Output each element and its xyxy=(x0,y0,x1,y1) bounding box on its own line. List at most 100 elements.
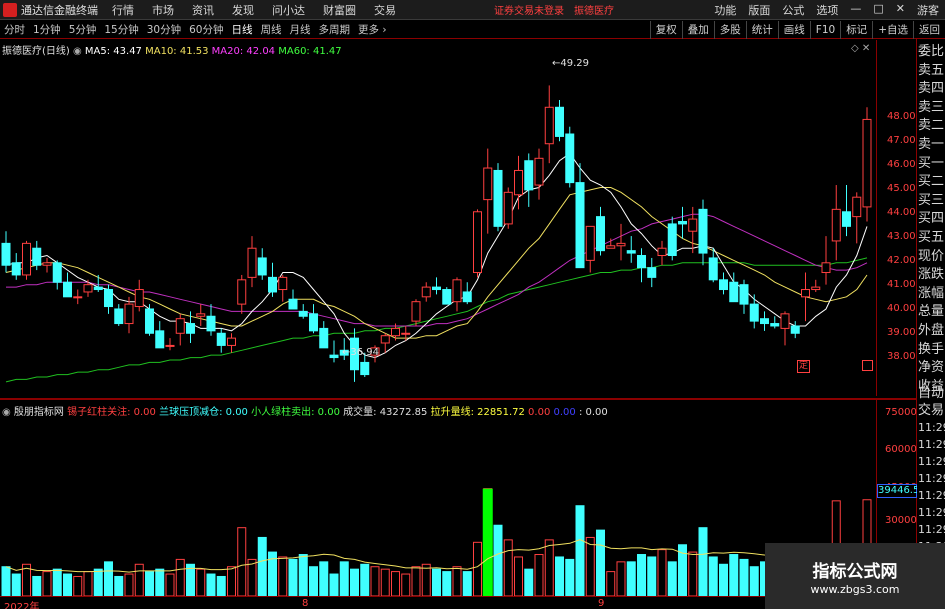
volume-bar[interactable] xyxy=(585,536,595,596)
candle-body[interactable] xyxy=(288,298,298,310)
candle-body[interactable] xyxy=(483,167,493,201)
period-1min[interactable]: 1分钟 xyxy=(33,22,61,37)
period-daily[interactable]: 日线 xyxy=(232,22,253,37)
volume-bar[interactable] xyxy=(83,571,93,596)
volume-bar[interactable] xyxy=(503,539,513,596)
candle-body[interactable] xyxy=(555,106,564,137)
trade-login-status[interactable]: 证券交易未登录 xyxy=(494,2,564,17)
volume-bar[interactable] xyxy=(411,566,421,596)
f10-button[interactable]: F10 xyxy=(809,20,840,39)
volume-bar[interactable] xyxy=(93,568,103,596)
candle-body[interactable] xyxy=(811,286,821,291)
menu-layout[interactable]: 版面 xyxy=(748,2,770,18)
volume-bar[interactable] xyxy=(247,558,257,596)
volume-bar[interactable] xyxy=(534,554,544,596)
volume-bar[interactable] xyxy=(442,571,452,596)
volume-bar[interactable] xyxy=(688,551,698,596)
settings-circle-icon[interactable]: ◉ xyxy=(2,407,14,418)
menu-options[interactable]: 选项 xyxy=(816,2,838,18)
volume-bar[interactable] xyxy=(73,575,83,596)
volume-bar[interactable] xyxy=(749,566,759,596)
volume-bar[interactable] xyxy=(647,556,657,596)
period-15min[interactable]: 15分钟 xyxy=(104,22,138,37)
candle-body[interactable] xyxy=(360,361,370,376)
volume-bar[interactable] xyxy=(380,568,390,596)
volume-bar[interactable] xyxy=(719,563,728,596)
diamond-icon[interactable]: ◇ xyxy=(851,43,859,54)
candle-body[interactable] xyxy=(83,284,93,293)
period-intraday[interactable]: 分时 xyxy=(4,22,25,37)
candle-body[interactable] xyxy=(175,318,185,334)
candle-body[interactable] xyxy=(298,310,308,317)
volume-bar[interactable] xyxy=(216,575,226,596)
volume-bar[interactable] xyxy=(350,568,359,596)
volume-bar[interactable] xyxy=(708,556,718,596)
back-button[interactable]: 返回 xyxy=(913,20,945,39)
candle-body[interactable] xyxy=(544,106,554,145)
candle-body[interactable] xyxy=(473,211,482,274)
maximize-icon[interactable]: □ xyxy=(873,2,883,18)
volume-bar[interactable] xyxy=(52,568,62,596)
candle-body[interactable] xyxy=(708,257,718,281)
close-panel-icon[interactable]: ✕ xyxy=(862,43,870,54)
candle-body[interactable] xyxy=(93,286,103,291)
volume-bar[interactable] xyxy=(473,541,482,596)
candle-body[interactable] xyxy=(452,279,462,303)
volume-bar[interactable] xyxy=(452,566,462,596)
candle-body[interactable] xyxy=(770,323,780,327)
candle-body[interactable] xyxy=(278,276,288,291)
candle-body[interactable] xyxy=(432,286,441,291)
volume-bar[interactable] xyxy=(124,573,134,596)
volume-bar[interactable] xyxy=(319,561,329,596)
volume-bar[interactable] xyxy=(237,527,247,596)
volume-bar[interactable] xyxy=(739,558,749,596)
add-watchlist-button[interactable]: +自选 xyxy=(872,20,913,39)
candle-body[interactable] xyxy=(196,313,206,317)
guest-label[interactable]: 游客 xyxy=(917,2,939,18)
volume-bar[interactable] xyxy=(329,573,339,596)
volume-bar[interactable] xyxy=(63,573,72,596)
candle-body[interactable] xyxy=(380,335,390,344)
volume-bar[interactable] xyxy=(360,563,370,596)
volume-bar[interactable] xyxy=(134,563,144,596)
candle-body[interactable] xyxy=(606,245,616,249)
candle-body[interactable] xyxy=(145,308,154,334)
volume-bar[interactable] xyxy=(1,566,11,596)
volume-bar[interactable] xyxy=(309,566,318,596)
candle-body[interactable] xyxy=(22,242,31,276)
candle-body[interactable] xyxy=(524,160,534,191)
candle-body[interactable] xyxy=(831,208,841,242)
statistics-button[interactable]: 统计 xyxy=(745,20,778,39)
volume-bar[interactable] xyxy=(145,571,154,596)
draw-line-button[interactable]: 画线 xyxy=(777,20,810,39)
menu-ask[interactable]: 问小达 xyxy=(272,2,305,18)
period-multi[interactable]: 多周期 xyxy=(319,22,351,37)
candle-body[interactable] xyxy=(134,289,144,308)
volume-bar[interactable] xyxy=(370,566,380,596)
candle-body[interactable] xyxy=(1,242,11,266)
candle-body[interactable] xyxy=(329,354,339,359)
volume-bar[interactable] xyxy=(257,536,267,596)
overlay-button[interactable]: 叠加 xyxy=(681,20,714,39)
candle-body[interactable] xyxy=(514,169,523,196)
volume-bar[interactable] xyxy=(155,568,165,596)
candle-body[interactable] xyxy=(11,262,21,276)
volume-bar[interactable] xyxy=(104,561,113,596)
close-icon[interactable]: ✕ xyxy=(896,2,905,18)
volume-bar[interactable] xyxy=(114,575,124,596)
candle-body[interactable] xyxy=(821,262,831,274)
pane-divider[interactable] xyxy=(0,398,916,400)
candle-body[interactable] xyxy=(637,255,646,269)
volume-bar[interactable] xyxy=(32,575,42,596)
candle-body[interactable] xyxy=(760,318,769,325)
candle-body[interactable] xyxy=(565,133,575,184)
candle-body[interactable] xyxy=(698,208,708,254)
candle-body[interactable] xyxy=(52,262,62,283)
volume-bar[interactable] xyxy=(227,566,236,596)
period-more[interactable]: 更多 › xyxy=(358,22,387,37)
candle-body[interactable] xyxy=(842,211,851,227)
candle-body[interactable] xyxy=(124,303,134,325)
candle-body[interactable] xyxy=(401,332,411,335)
candle-body[interactable] xyxy=(596,216,605,252)
volume-chart[interactable] xyxy=(0,400,876,596)
